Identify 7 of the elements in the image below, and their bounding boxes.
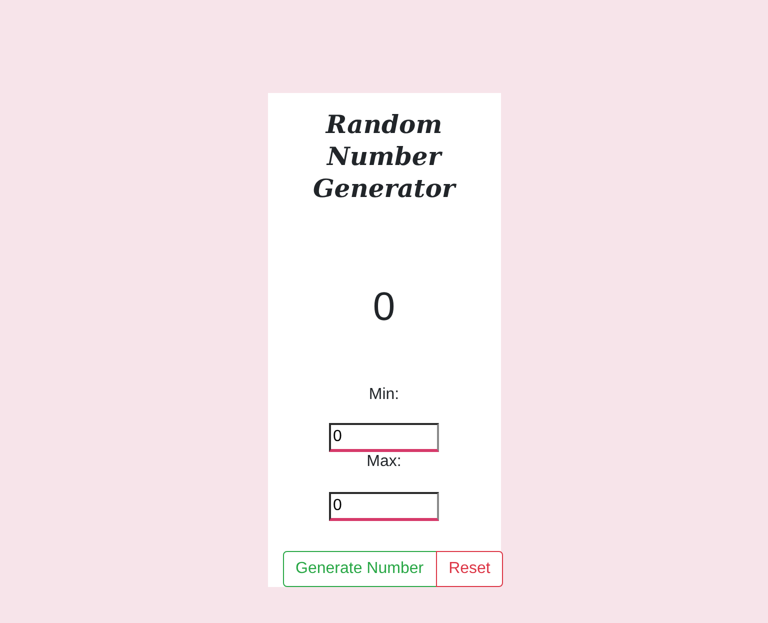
field-label: Min: — [368, 385, 400, 405]
field-label: Max: — [366, 452, 402, 472]
app-title: Random Number Generator — [312, 109, 458, 205]
random-number-display: 0 — [372, 284, 396, 331]
number-input[interactable]: 0 — [329, 423, 439, 452]
number-input[interactable]: 0 — [329, 492, 439, 521]
reset-button[interactable]: Reset — [436, 551, 504, 587]
